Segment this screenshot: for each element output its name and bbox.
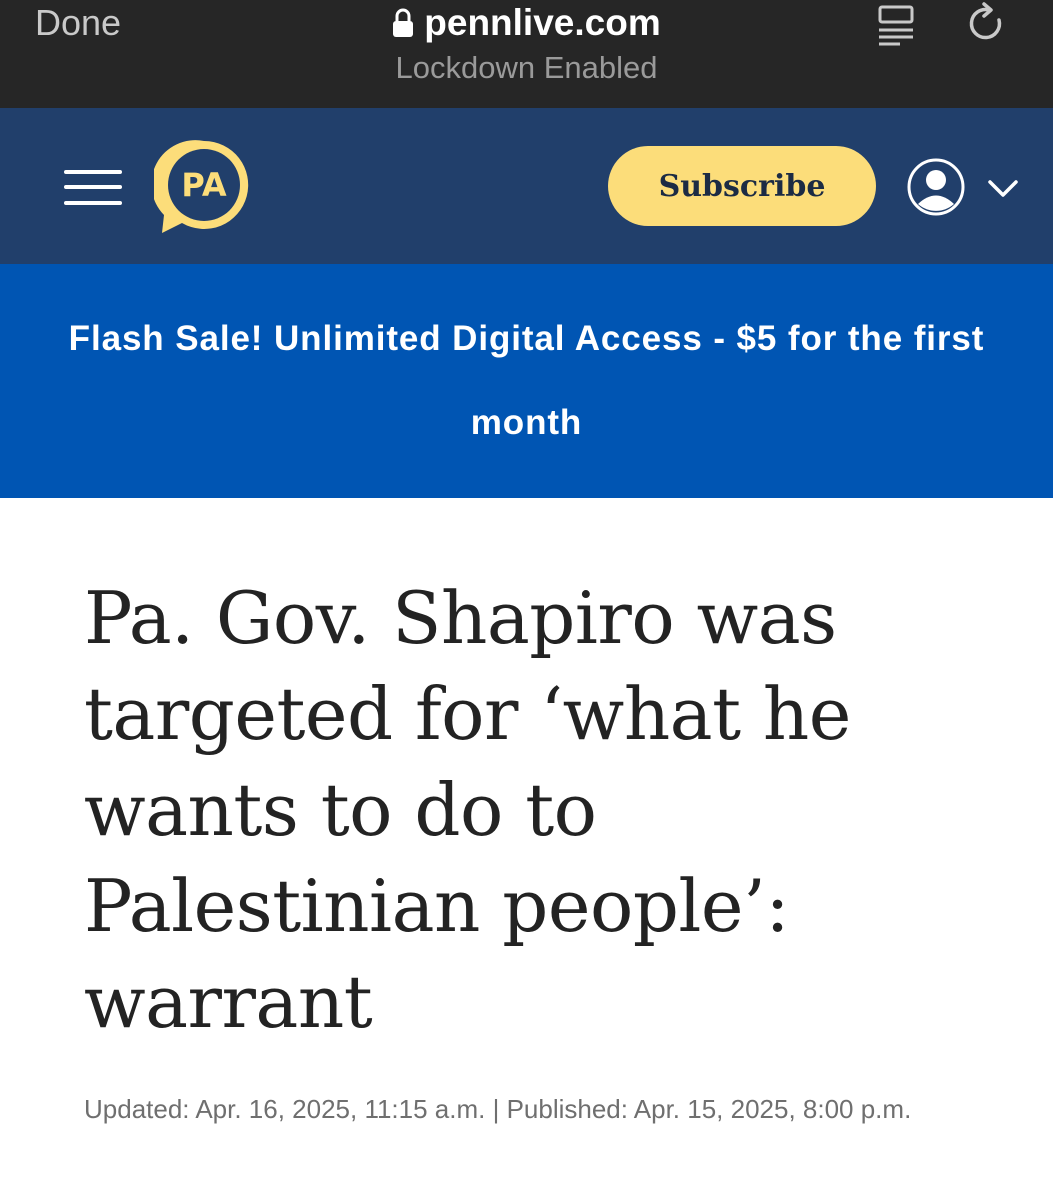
chevron-down-icon[interactable] (986, 178, 1020, 200)
reader-icon[interactable] (876, 4, 916, 46)
hamburger-menu-icon[interactable] (64, 170, 122, 206)
url-text: pennlive.com (424, 2, 661, 43)
lockdown-status: Lockdown Enabled (395, 50, 658, 85)
lock-icon (393, 8, 414, 37)
subscribe-button[interactable]: Subscribe (608, 146, 876, 226)
article: Pa. Gov. Shapiro was targeted for ‘what … (0, 570, 1053, 1130)
site-header: PA Subscribe (0, 108, 1053, 264)
promo-text: Flash Sale! Unlimited Digital Access - $… (68, 319, 985, 442)
pa-logo[interactable]: PA (154, 135, 254, 235)
promo-banner[interactable]: Flash Sale! Unlimited Digital Access - $… (0, 264, 1053, 498)
reload-icon[interactable] (968, 2, 1008, 46)
dateline: Updated: Apr. 16, 2025, 11:15 a.m. | Pub… (84, 1094, 912, 1124)
account-icon[interactable] (906, 157, 966, 217)
headline: Pa. Gov. Shapiro was targeted for ‘what … (84, 576, 851, 1044)
browser-toolbar: Done pennlive.com Lockdown Enabled (0, 0, 1053, 108)
logo-text: PA (181, 166, 227, 204)
